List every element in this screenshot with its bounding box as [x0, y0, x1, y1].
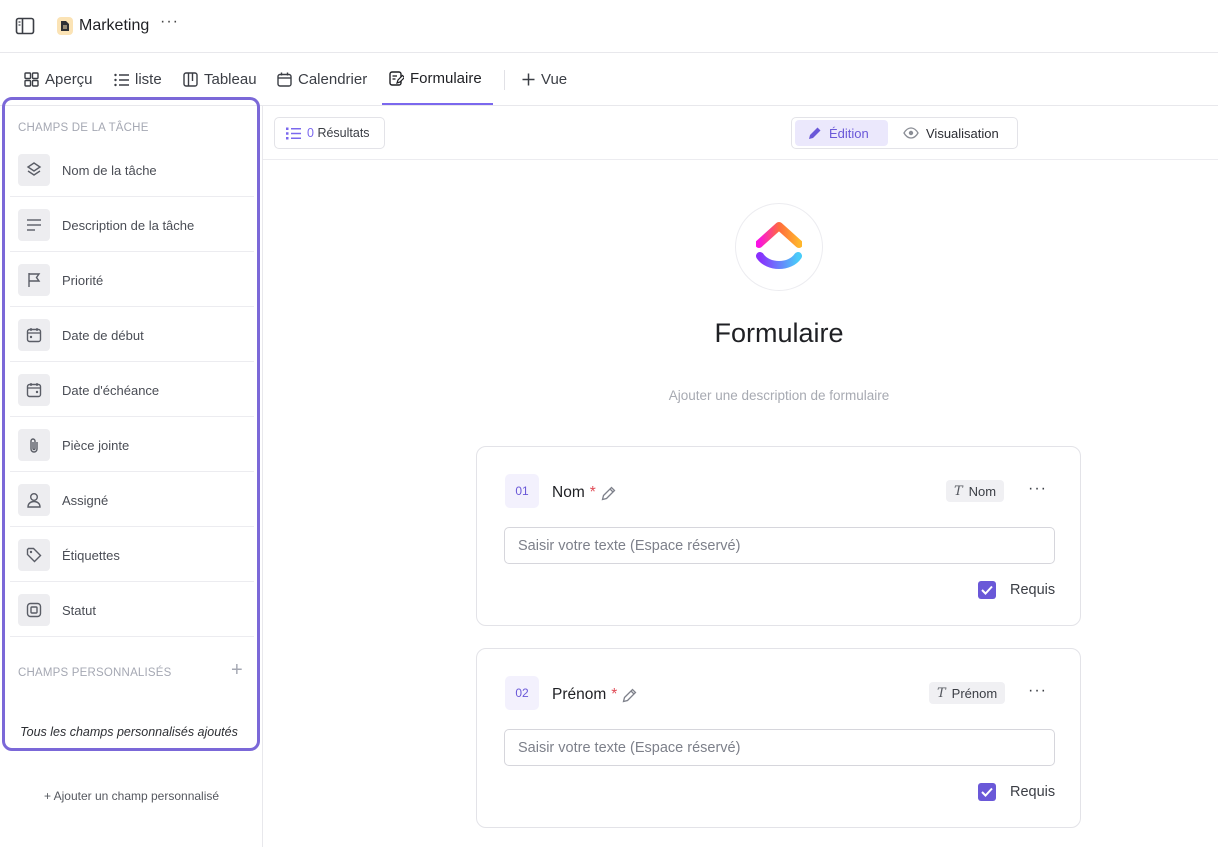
- tab-calendrier[interactable]: Calendrier: [277, 53, 367, 106]
- required-label: Requis: [1010, 784, 1056, 800]
- field-label: Étiquettes: [62, 548, 120, 563]
- field-label: Statut: [62, 603, 96, 618]
- clickup-logo-icon: [756, 222, 802, 269]
- eye-icon: [903, 127, 919, 139]
- tab-label: Calendrier: [298, 71, 368, 88]
- required-toggle[interactable]: Requis: [978, 581, 1055, 599]
- question-card[interactable]: 02 Prénom * T Prénom ··· Saisir votre te…: [476, 648, 1081, 828]
- tab-label: Tableau: [204, 71, 257, 88]
- question-more-button[interactable]: ···: [1028, 682, 1047, 700]
- tab-label: Aperçu: [45, 71, 93, 88]
- field-type-label: Prénom: [951, 685, 998, 701]
- mode-toggle: Édition Visualisation: [791, 117, 1018, 149]
- form-description-placeholder[interactable]: Ajouter une description de formulaire: [560, 388, 998, 403]
- sidebar-field-attachment[interactable]: Pièce jointe: [10, 417, 254, 472]
- results-label: Résultats: [317, 126, 370, 140]
- field-label: Description de la tâche: [62, 218, 195, 233]
- required-star: *: [589, 484, 596, 501]
- custom-fields-header: CHAMPS PERSONNALISÉS: [18, 667, 172, 679]
- sidebar-field-description[interactable]: Description de la tâche: [10, 197, 254, 252]
- text-type-icon: T: [954, 483, 963, 499]
- text-input[interactable]: Saisir votre texte (Espace réservé): [504, 527, 1055, 564]
- field-label: Assigné: [62, 493, 109, 508]
- document-icon: [57, 17, 73, 35]
- question-label[interactable]: Prénom *: [552, 686, 637, 704]
- title-more-button[interactable]: ···: [160, 13, 179, 31]
- required-toggle[interactable]: Requis: [978, 783, 1055, 801]
- sidebar-field-priority[interactable]: Priorité: [10, 252, 254, 307]
- calendar-due-icon: [18, 374, 50, 406]
- sidebar-field-task-name[interactable]: Nom de la tâche: [10, 142, 254, 197]
- add-custom-field-link[interactable]: + Ajouter un champ personnalisé: [0, 789, 263, 803]
- calendar-start-icon: [18, 319, 50, 351]
- fields-sidebar: CHAMPS DE LA TÂCHE Nom de la tâche Descr…: [0, 97, 263, 847]
- edit-pencil-icon[interactable]: [601, 486, 616, 501]
- status-icon: [18, 594, 50, 626]
- field-type-label: Nom: [968, 483, 997, 499]
- add-custom-field-plus-icon[interactable]: +: [231, 660, 243, 680]
- plus-icon: [522, 73, 535, 86]
- field-label: Date de début: [62, 328, 144, 343]
- question-title: Nom: [552, 484, 585, 501]
- field-label: Pièce jointe: [62, 438, 130, 453]
- field-label: Priorité: [62, 273, 104, 288]
- sidebar-toggle-icon[interactable]: [14, 16, 36, 36]
- question-label[interactable]: Nom *: [552, 484, 616, 502]
- required-star: *: [611, 686, 618, 703]
- text-input[interactable]: Saisir votre texte (Espace réservé): [504, 729, 1055, 766]
- field-type-badge[interactable]: T Nom: [946, 480, 1005, 502]
- tab-add-view[interactable]: Vue: [522, 53, 567, 106]
- results-count: 0: [307, 126, 314, 140]
- edit-mode-label: Édition: [829, 125, 869, 141]
- toolbar-divider: [263, 159, 1218, 160]
- sidebar-field-due-date[interactable]: Date d'échéance: [10, 362, 254, 417]
- top-bar: Marketing ···: [0, 0, 1218, 53]
- text-type-icon: T: [937, 685, 946, 701]
- page-title[interactable]: Marketing: [79, 17, 149, 35]
- overview-grid-icon: [24, 72, 39, 87]
- user-icon: [18, 484, 50, 516]
- tag-icon: [18, 539, 50, 571]
- sidebar-field-status[interactable]: Statut: [10, 582, 254, 637]
- field-label: Date d'échéance: [62, 383, 160, 398]
- required-checkbox[interactable]: [978, 783, 996, 801]
- flag-icon: [18, 264, 50, 296]
- tab-label: Vue: [541, 71, 568, 88]
- task-name-icon: [18, 154, 50, 186]
- edit-pencil-icon[interactable]: [622, 688, 637, 703]
- description-icon: [18, 209, 50, 241]
- task-fields-header: CHAMPS DE LA TÂCHE: [18, 122, 149, 134]
- required-checkbox[interactable]: [978, 581, 996, 599]
- question-number: 02: [505, 676, 539, 710]
- calendar-icon: [277, 72, 292, 87]
- field-type-badge[interactable]: T Prénom: [929, 682, 1006, 704]
- form-icon: [389, 70, 404, 86]
- view-mode-label: Visualisation: [926, 125, 999, 141]
- question-number: 01: [505, 474, 539, 508]
- question-card[interactable]: 01 Nom * T Nom ··· Saisir votre texte (E…: [476, 446, 1081, 626]
- sidebar-field-assignee[interactable]: Assigné: [10, 472, 254, 527]
- list-icon: [114, 73, 129, 86]
- field-label: Nom de la tâche: [62, 163, 157, 178]
- edit-mode-button[interactable]: Édition: [795, 120, 888, 146]
- paperclip-icon: [18, 429, 50, 461]
- tab-divider: [504, 70, 505, 90]
- form-title[interactable]: Formulaire: [610, 318, 948, 349]
- question-title: Prénom: [552, 686, 607, 703]
- tab-label: Formulaire: [410, 69, 482, 87]
- question-more-button[interactable]: ···: [1028, 480, 1047, 498]
- tab-formulaire[interactable]: Formulaire: [382, 53, 493, 105]
- sidebar-field-start-date[interactable]: Date de début: [10, 307, 254, 362]
- tab-label: liste: [135, 71, 162, 88]
- custom-fields-note: Tous les champs personnalisés ajoutés: [20, 725, 238, 739]
- form-logo[interactable]: [735, 203, 823, 291]
- board-icon: [183, 72, 198, 87]
- fields-panel-highlight: CHAMPS DE LA TÂCHE Nom de la tâche Descr…: [2, 97, 260, 751]
- required-label: Requis: [1010, 582, 1056, 598]
- sidebar-field-tags[interactable]: Étiquettes: [10, 527, 254, 582]
- list-icon: [286, 127, 301, 139]
- pencil-icon: [809, 127, 821, 139]
- view-mode-button[interactable]: Visualisation: [900, 120, 1015, 146]
- results-button[interactable]: 0 Résultats: [274, 117, 385, 149]
